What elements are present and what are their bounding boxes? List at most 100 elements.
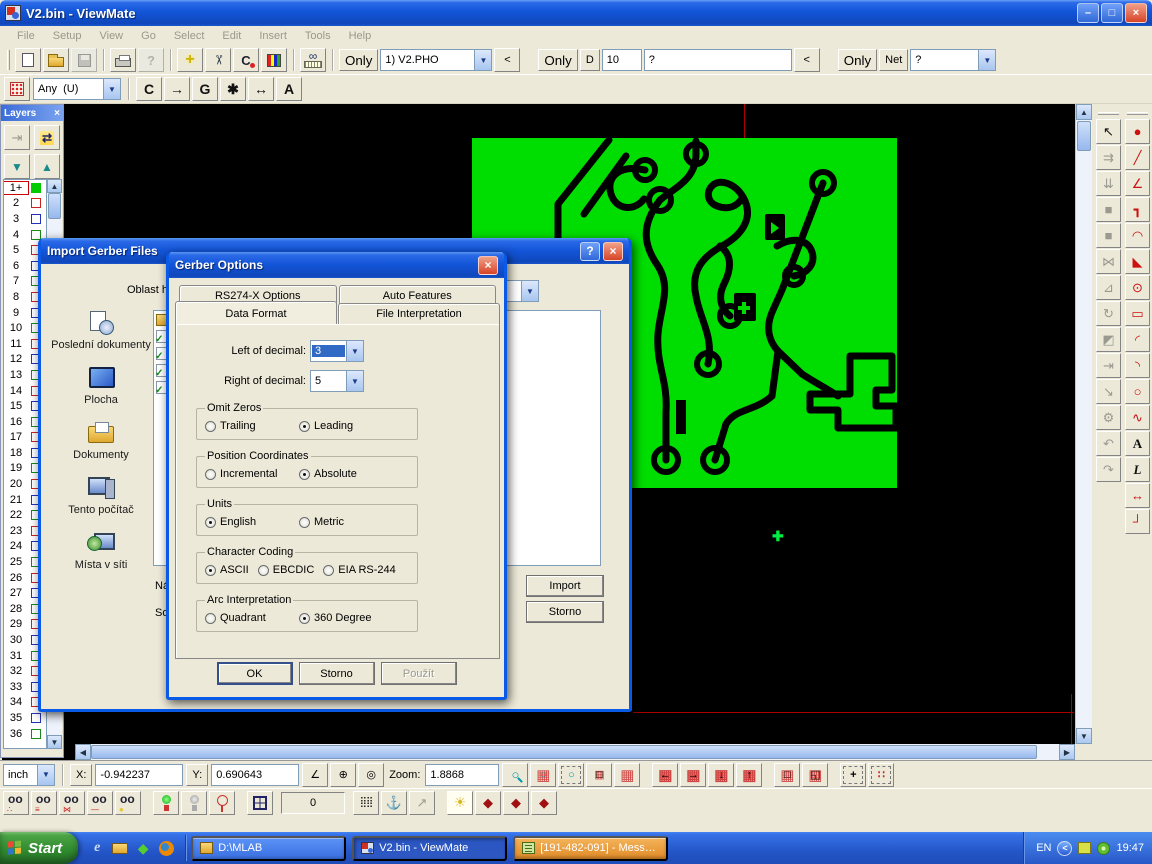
- view-lines-glasses-button[interactable]: [31, 791, 57, 815]
- close-icon[interactable]: ×: [603, 242, 623, 261]
- select-points-button[interactable]: ∷: [868, 763, 894, 787]
- only-net-button[interactable]: Only: [838, 49, 877, 71]
- previous-layer-button[interactable]: <: [494, 48, 520, 72]
- probe-button[interactable]: [209, 791, 235, 815]
- draw-label-button[interactable]: L: [1125, 457, 1150, 482]
- task-mlab[interactable]: D:\MLAB: [191, 836, 346, 861]
- layer-row[interactable]: 2: [4, 196, 46, 212]
- draw-circle-button[interactable]: ⊙: [1125, 275, 1150, 300]
- mirror-tool-button[interactable]: ◩: [1096, 327, 1121, 352]
- scroll-left-icon[interactable]: ◀: [75, 744, 91, 760]
- radio-incremental[interactable]: Incremental: [205, 468, 293, 480]
- angle-button[interactable]: ∠: [302, 763, 328, 787]
- undo-tool-button[interactable]: ↶: [1096, 431, 1121, 456]
- toolbar-grip[interactable]: [7, 50, 10, 70]
- select-flash-button[interactable]: ✱: [220, 77, 246, 101]
- radio-eia-rs-244[interactable]: EIA RS-244: [323, 564, 395, 576]
- radio-ebcdic[interactable]: EBCDIC: [258, 564, 315, 576]
- radio-absolute[interactable]: Absolute: [299, 468, 387, 480]
- print-button[interactable]: [110, 48, 136, 72]
- menu-edit[interactable]: Edit: [213, 28, 250, 44]
- draw-rectangle-button[interactable]: ▭: [1125, 301, 1150, 326]
- radio-metric[interactable]: Metric: [299, 516, 387, 528]
- layers-panel-titlebar[interactable]: Layers ×: [1, 105, 63, 121]
- copy-tool-button[interactable]: ⇉: [1096, 145, 1121, 170]
- folder-icon[interactable]: [111, 839, 129, 857]
- place-my-computer[interactable]: Tento počítač: [51, 475, 151, 516]
- chevron-down-icon[interactable]: ▼: [978, 50, 995, 70]
- flip-horizontal-button[interactable]: ⋈: [1096, 249, 1121, 274]
- grid-dots-button[interactable]: ⣿⣿: [353, 791, 379, 815]
- pad-mode-button[interactable]: ◆: [475, 791, 501, 815]
- radio-ascii[interactable]: ASCII: [205, 564, 249, 576]
- pan-right-button[interactable]: →: [680, 763, 706, 787]
- vertical-scrollbar[interactable]: ▲ ▼: [1075, 104, 1092, 744]
- ok-button[interactable]: OK: [217, 662, 293, 685]
- scroll-right-icon[interactable]: ▶: [1059, 744, 1075, 760]
- import-button[interactable]: Import: [526, 575, 604, 597]
- layer-color-swatch[interactable]: [31, 230, 41, 240]
- view-sketch-glasses-button[interactable]: [115, 791, 141, 815]
- layer-color-swatch[interactable]: [31, 214, 41, 224]
- view-solid-glasses-button[interactable]: [59, 791, 85, 815]
- net-combo[interactable]: ? ▼: [910, 49, 996, 71]
- settings-tool-button[interactable]: ⚙: [1096, 405, 1121, 430]
- radio-quadrant[interactable]: Quadrant: [205, 612, 293, 624]
- tab-auto-features[interactable]: Auto Features: [339, 285, 497, 305]
- grid-full-button[interactable]: [614, 763, 640, 787]
- origin-button[interactable]: ⊕: [330, 763, 356, 787]
- cancel-button[interactable]: Storno: [299, 662, 375, 685]
- pad-copy-button[interactable]: ◆: [531, 791, 557, 815]
- radio-trailing[interactable]: Trailing: [205, 420, 293, 432]
- start-button[interactable]: Start: [0, 832, 78, 864]
- radio-360-degree[interactable]: 360 Degree: [299, 612, 387, 624]
- close-icon[interactable]: ×: [478, 256, 498, 275]
- menu-insert[interactable]: Insert: [250, 28, 296, 44]
- draw-line-button[interactable]: ╱: [1125, 145, 1150, 170]
- firefox-icon[interactable]: [157, 839, 175, 857]
- rotate-tool-button[interactable]: ↻: [1096, 301, 1121, 326]
- minimize-button[interactable]: –: [1077, 3, 1099, 23]
- draw-curve-button[interactable]: ◜: [1125, 327, 1150, 352]
- draw-arc-button[interactable]: ◠: [1125, 223, 1150, 248]
- scroll-down-icon[interactable]: ▼: [47, 735, 62, 749]
- new-file-button[interactable]: [15, 48, 41, 72]
- layer-color-swatch[interactable]: [31, 713, 41, 723]
- draw-arc2-button[interactable]: ◝: [1125, 353, 1150, 378]
- dcode-query-input[interactable]: ?: [644, 49, 792, 71]
- scroll-down-icon[interactable]: ▼: [1076, 728, 1092, 744]
- horizontal-scroll-thumb[interactable]: [91, 745, 1037, 759]
- filter-combo[interactable]: Any (U) ▼: [33, 78, 121, 100]
- measure-tool-button[interactable]: [300, 48, 326, 72]
- anchor-button[interactable]: ⚓: [381, 791, 407, 815]
- draw-text-button[interactable]: A: [1125, 431, 1150, 456]
- layer-combo[interactable]: 1) V2.PHO ▼: [380, 49, 492, 71]
- place-recent-documents[interactable]: Poslední dokumenty: [51, 310, 151, 351]
- cancel-button[interactable]: Storno: [526, 601, 604, 623]
- vector-path-button[interactable]: ↗: [409, 791, 435, 815]
- layer-up-button[interactable]: ▲: [34, 154, 60, 179]
- ie-icon[interactable]: e: [88, 839, 106, 857]
- menu-file[interactable]: File: [8, 28, 44, 44]
- place-network[interactable]: Místa v síti: [51, 530, 151, 571]
- layer-down-button[interactable]: ▼: [4, 154, 30, 179]
- scroll-up-icon[interactable]: ▲: [47, 179, 62, 193]
- chevron-down-icon[interactable]: ▼: [37, 765, 54, 785]
- caliper-tool-button[interactable]: [205, 48, 231, 72]
- context-help-button[interactable]: [138, 48, 164, 72]
- collapse-tray-icon[interactable]: <: [1057, 841, 1072, 856]
- radio-leading[interactable]: Leading: [299, 420, 387, 432]
- layer-color-swatch[interactable]: [31, 729, 41, 739]
- select-next-button[interactable]: →: [164, 77, 190, 101]
- only-dcode-button[interactable]: Only: [538, 49, 577, 71]
- chevron-down-icon[interactable]: ▼: [103, 79, 120, 99]
- layer-color-swatch[interactable]: [31, 198, 41, 208]
- layer-color-swatch[interactable]: [31, 183, 41, 193]
- draw-ellipse-button[interactable]: ○: [1125, 379, 1150, 404]
- draw-pad-button[interactable]: ●: [1125, 119, 1150, 144]
- scroll-up-icon[interactable]: ▲: [1076, 104, 1092, 120]
- highlight-on-button[interactable]: [153, 791, 179, 815]
- vertical-scroll-thumb[interactable]: [1077, 121, 1091, 151]
- chevron-down-icon[interactable]: ▼: [346, 341, 363, 361]
- language-indicator[interactable]: EN: [1036, 842, 1051, 854]
